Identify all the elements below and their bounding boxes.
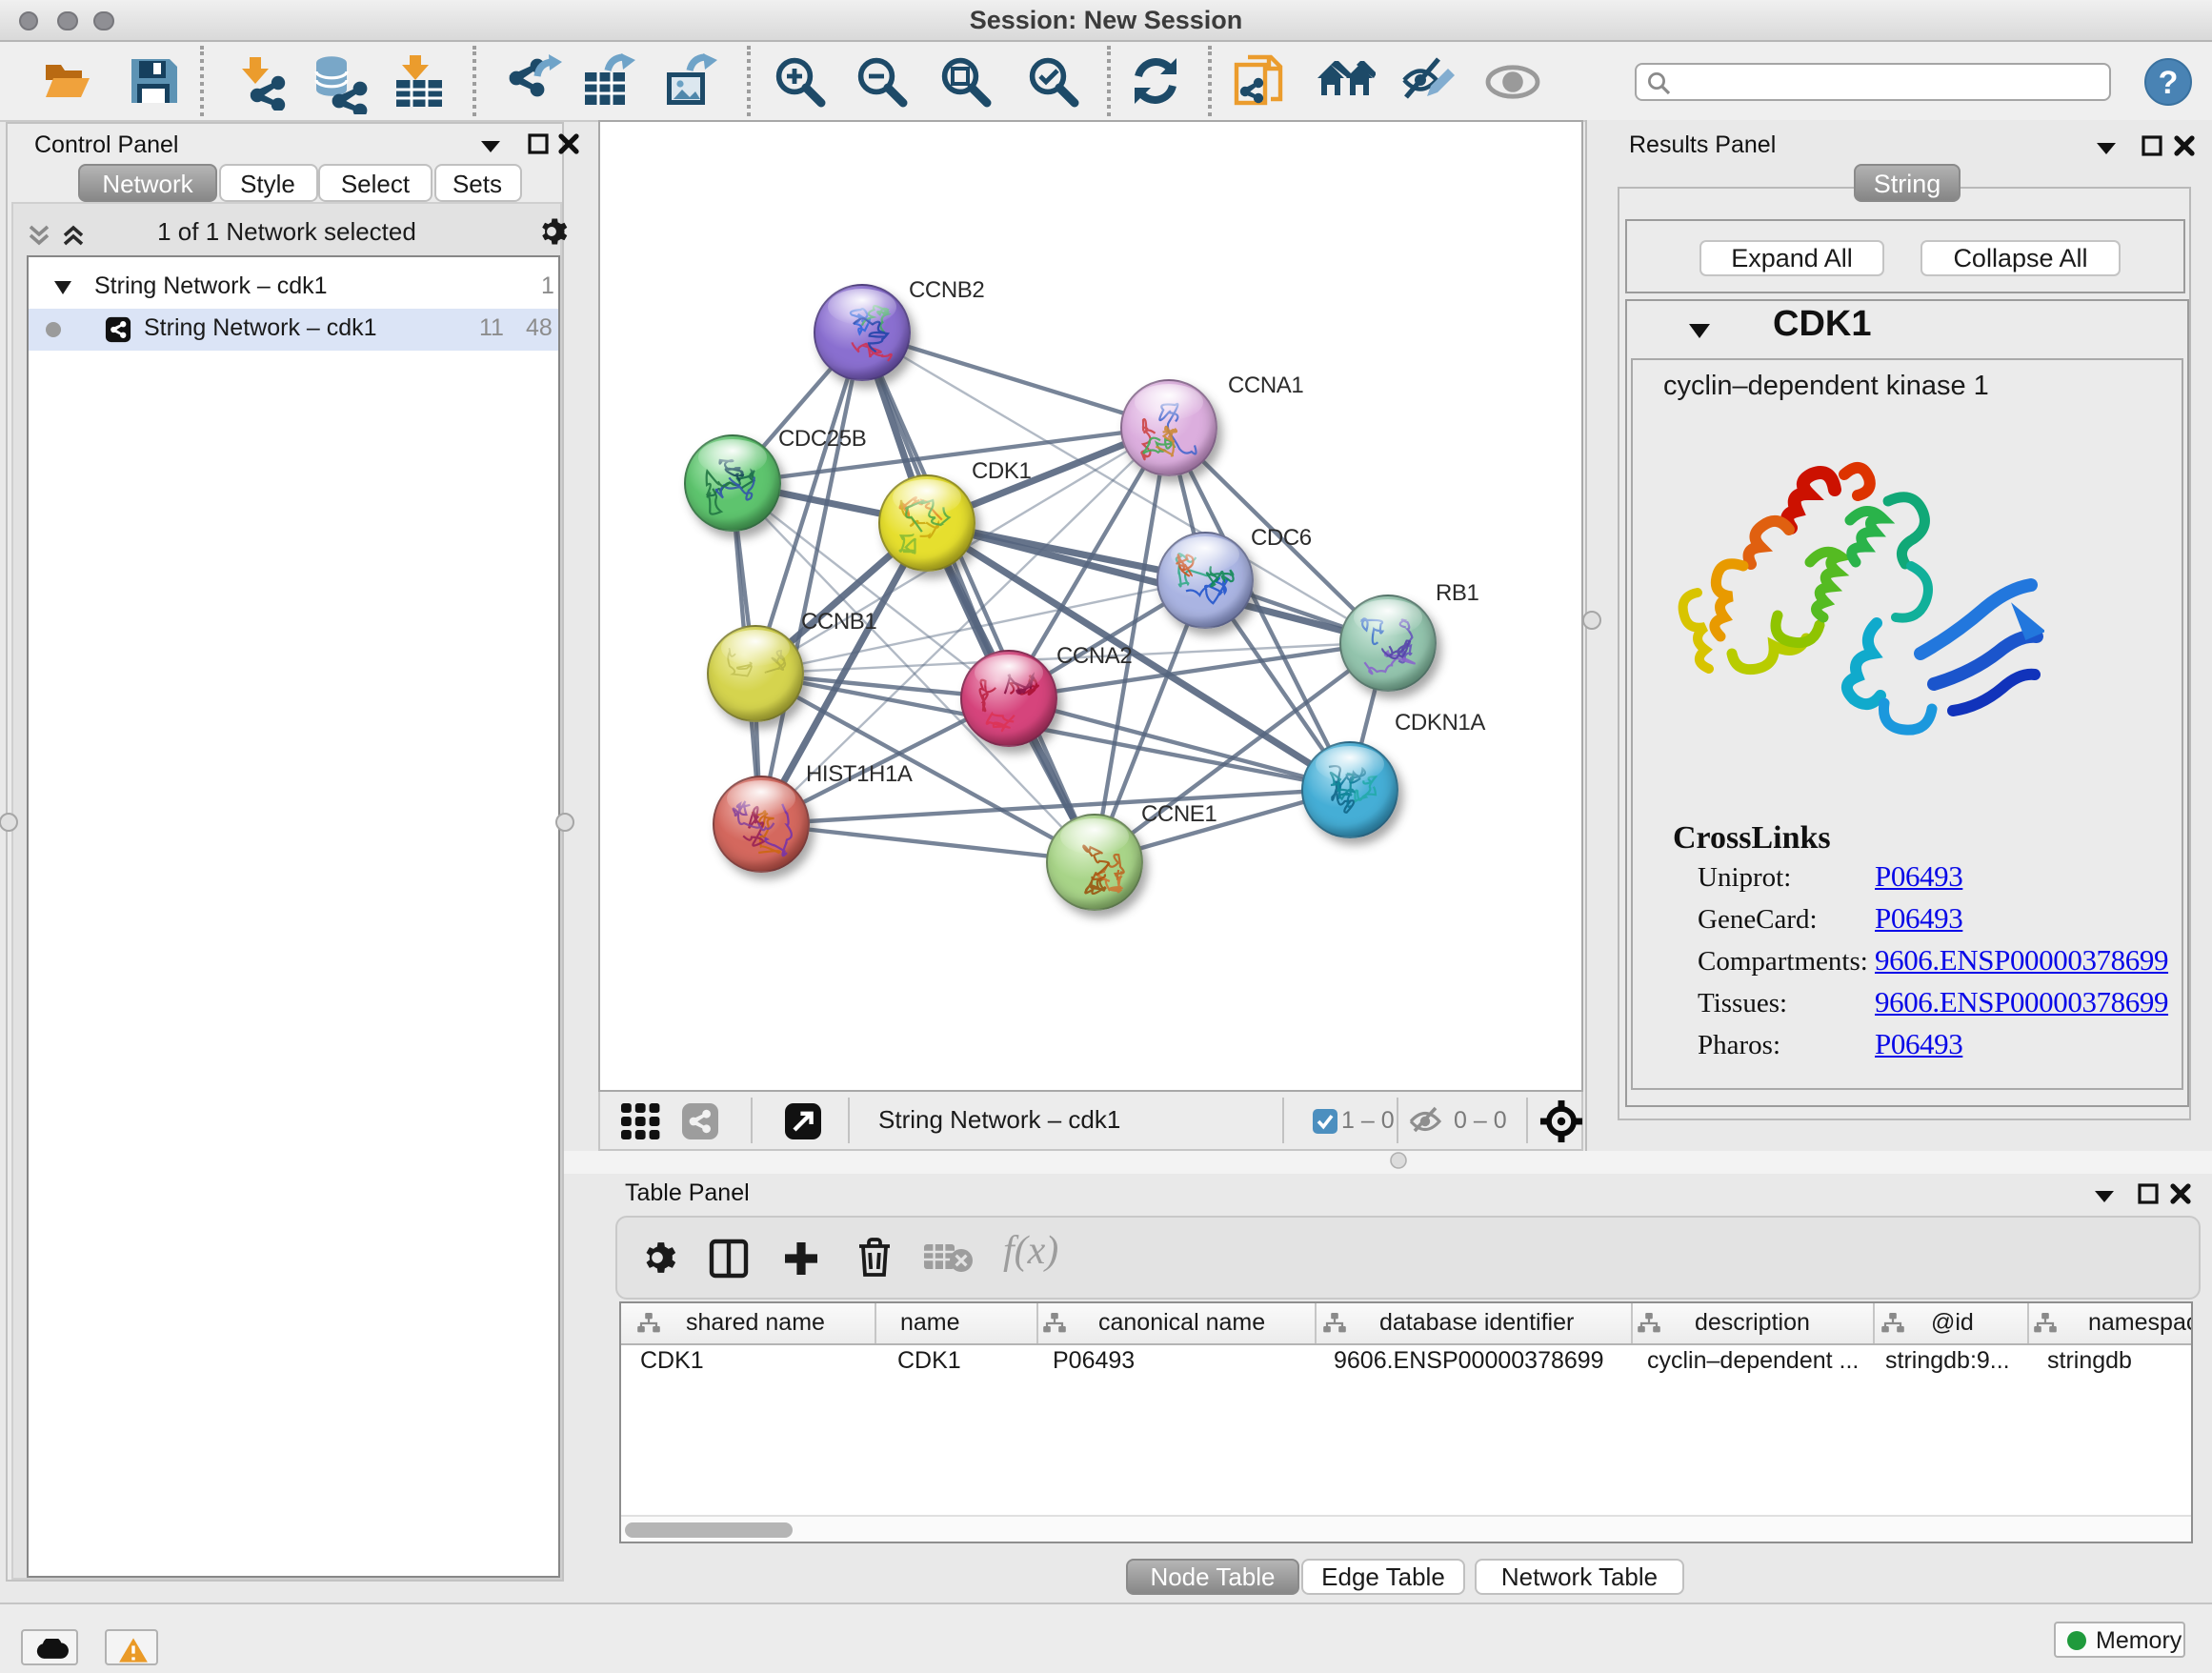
svg-text:?: ? bbox=[2159, 65, 2179, 101]
